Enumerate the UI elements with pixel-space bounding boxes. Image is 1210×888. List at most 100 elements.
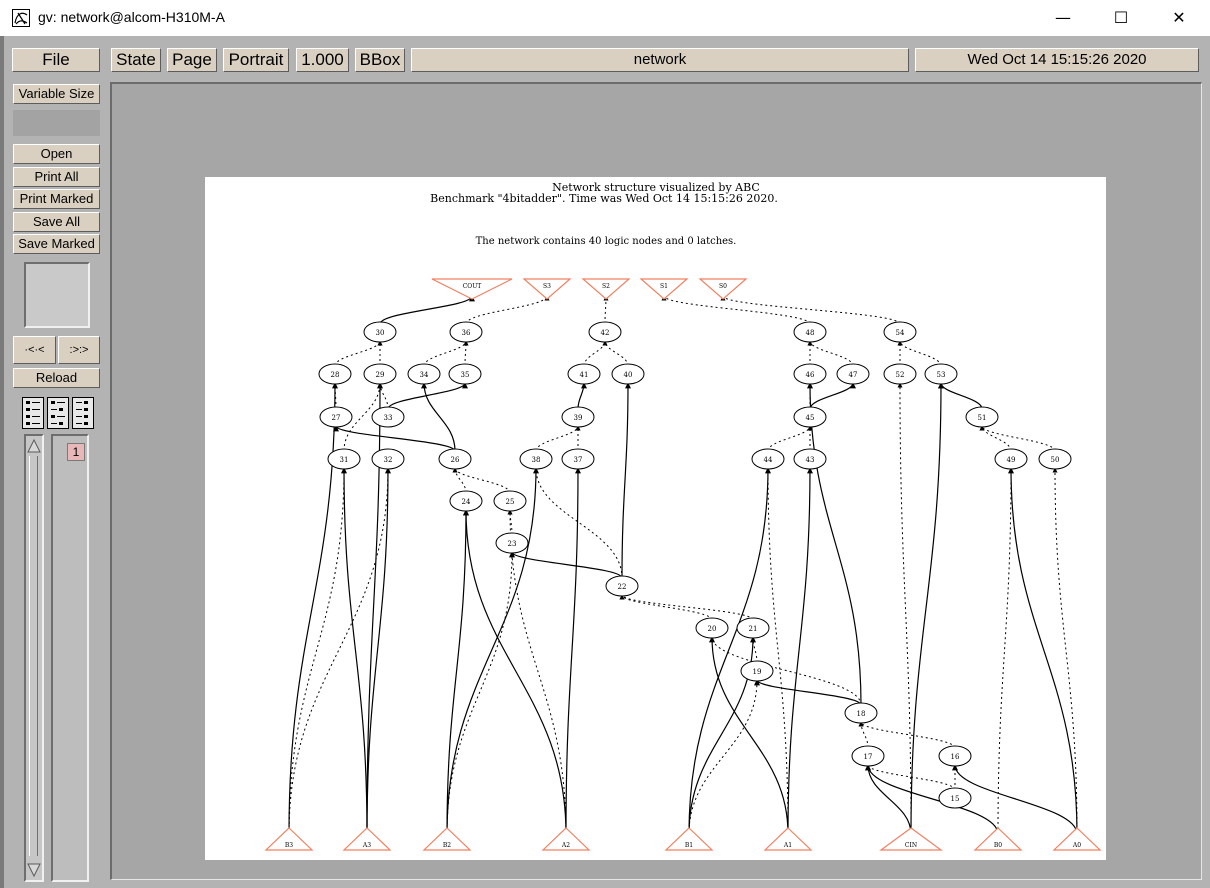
page-number-item[interactable]: 1 (67, 443, 85, 461)
window-titlebar: gv: network@alcom-H310M-A — ☐ ✕ (0, 0, 1210, 36)
diagram-edge (858, 721, 956, 749)
logic-node: 18 (844, 702, 878, 724)
diagram-summary: The network contains 40 logic nodes and … (476, 236, 737, 247)
input-terminal: A1 (763, 827, 813, 851)
diagram-edge (897, 382, 912, 835)
logic-node: 30 (363, 321, 397, 343)
logic-node: 33 (371, 406, 405, 428)
window-left-edge (0, 36, 4, 888)
document-viewport[interactable]: Network structure visualized by ABC Benc… (110, 82, 1202, 880)
next-page-button[interactable]: :>:> (58, 336, 100, 364)
output-terminal: COUT (431, 278, 513, 300)
input-terminal-label: A2 (561, 842, 570, 849)
diagram-edge (897, 340, 942, 367)
print-all-button[interactable]: Print All (13, 167, 100, 187)
logic-node-label: 52 (896, 371, 905, 379)
scrollbar-thumb[interactable] (29, 456, 38, 856)
diagram-edge (507, 509, 567, 835)
input-terminal-label: B0 (994, 842, 1002, 849)
logic-node: 21 (736, 617, 770, 639)
logic-node-label: 38 (532, 456, 541, 464)
output-terminal: S1 (639, 278, 689, 300)
diagram-edge (423, 340, 469, 367)
logic-node: 47 (836, 363, 870, 385)
minimize-icon[interactable]: — (1040, 4, 1086, 32)
scroll-down-icon[interactable] (26, 862, 42, 878)
logic-node: 49 (994, 448, 1028, 470)
logic-node: 16 (938, 745, 972, 767)
input-terminal-label: CIN (905, 842, 917, 849)
logic-node: 31 (327, 448, 361, 470)
output-terminal-label: S0 (719, 283, 727, 290)
diagram-edge (709, 636, 862, 706)
bbox-button[interactable]: BBox (355, 48, 405, 72)
scroll-up-icon[interactable] (26, 438, 42, 454)
logic-node-label: 31 (340, 456, 349, 464)
diagram-edge (446, 467, 539, 835)
logic-node-label: 15 (951, 795, 960, 803)
diagram-edge (688, 679, 760, 835)
input-terminal: CIN (879, 827, 943, 851)
maximize-icon[interactable]: ☐ (1098, 4, 1144, 32)
logic-node: 34 (407, 363, 441, 385)
diagram-edge (807, 382, 862, 706)
diagram-edge (619, 594, 713, 621)
file-menu-button[interactable]: File (12, 48, 100, 72)
logic-node-label: 51 (978, 414, 987, 422)
diagram-edge (465, 295, 550, 325)
save-marked-button[interactable]: Save Marked (13, 234, 100, 254)
logic-node: 53 (924, 363, 958, 385)
logic-node-label: 34 (420, 371, 429, 379)
layout-mode-2-icon[interactable] (47, 397, 69, 429)
logic-node: 46 (793, 363, 827, 385)
page-menu-button[interactable]: Page (167, 48, 217, 72)
orientation-button[interactable]: Portrait (223, 48, 289, 72)
logic-node-label: 37 (574, 456, 583, 464)
save-all-button[interactable]: Save All (13, 212, 100, 232)
logic-node-label: 48 (806, 329, 815, 337)
previous-page-button[interactable]: ·<·< (13, 336, 56, 364)
logic-node-label: 20 (708, 625, 717, 633)
output-terminal-label: S3 (543, 283, 551, 290)
diagram-edge (997, 467, 1014, 835)
open-button[interactable]: Open (13, 144, 100, 164)
diagram-edge (463, 509, 567, 835)
layout-mode-3-icon[interactable] (72, 397, 94, 429)
logic-node: 17 (851, 745, 885, 767)
logic-node-label: 45 (806, 414, 815, 422)
logic-node-label: 42 (601, 329, 610, 337)
logic-node: 35 (448, 363, 482, 385)
diagram-edge (938, 382, 983, 410)
logic-node: 15 (938, 787, 972, 809)
input-terminal-label: B1 (685, 842, 693, 849)
zoom-button[interactable]: 1.000 (296, 48, 349, 72)
document-name-label: network (411, 48, 909, 72)
diagram-edge (750, 636, 758, 664)
logic-node-label: 44 (764, 456, 773, 464)
page-list[interactable]: 1 (51, 434, 89, 882)
diagram-edge (765, 467, 789, 835)
logic-node: 54 (883, 321, 917, 343)
logic-node: 37 (561, 448, 595, 470)
input-terminal: A3 (342, 827, 392, 851)
logic-node: 50 (1038, 448, 1072, 470)
close-icon[interactable]: ✕ (1156, 4, 1202, 32)
diagram-edge (952, 764, 1078, 835)
input-terminal: A0 (1052, 827, 1102, 851)
page-thumbnail-panner[interactable] (24, 262, 90, 328)
reload-button[interactable]: Reload (13, 368, 100, 388)
diagram-edge (621, 382, 631, 579)
page-scrollbar[interactable] (24, 434, 44, 882)
logic-node-label: 49 (1007, 456, 1016, 464)
layout-mode-1-icon[interactable] (22, 397, 44, 429)
state-menu-button[interactable]: State (111, 48, 161, 72)
logic-node: 52 (883, 363, 917, 385)
logic-node: 39 (561, 406, 595, 428)
variable-size-button[interactable]: Variable Size (13, 84, 100, 104)
page-layout-icons (22, 397, 94, 429)
logic-node: 48 (793, 321, 827, 343)
logic-node: 42 (588, 321, 622, 343)
diagram-edge (341, 467, 368, 835)
logic-node-label: 54 (896, 329, 905, 337)
print-marked-button[interactable]: Print Marked (13, 189, 100, 209)
